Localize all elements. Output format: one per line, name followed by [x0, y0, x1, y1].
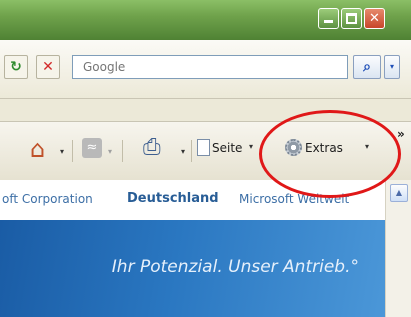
refresh-button[interactable]: ↻ [4, 55, 28, 79]
print-icon: ⎙ [143, 135, 161, 160]
close-icon: ✕ [369, 11, 380, 26]
search-input[interactable] [72, 55, 348, 79]
feeds-button[interactable]: ≈ [82, 138, 102, 158]
maximize-icon [346, 13, 357, 24]
chevron-up-icon: ▲ [395, 188, 403, 197]
search-options-dropdown[interactable]: ▾ [384, 55, 400, 79]
toolbar-overflow-icon[interactable]: » [397, 127, 405, 141]
page-dropdown-icon: ▾ [249, 142, 254, 151]
minimize-button[interactable] [318, 8, 339, 29]
hero-banner: Ihr Potenzial. Unser Antrieb.° [0, 220, 385, 317]
close-window-button[interactable]: ✕ [364, 8, 385, 29]
home-icon: ⌂ [30, 135, 46, 163]
refresh-icon: ↻ [10, 59, 22, 75]
search-button[interactable]: ⌕ [353, 55, 381, 79]
page-menu-label: Seite [212, 141, 243, 155]
home-button[interactable]: ⌂ [30, 135, 54, 163]
chevron-down-icon: ▾ [389, 62, 394, 71]
separator [122, 140, 123, 162]
navigation-toolbar: ↻ ✕ ⌕ ▾ [0, 40, 411, 99]
vertical-scrollbar[interactable]: ▲ [385, 180, 411, 317]
deutschland-link[interactable]: Deutschland [127, 191, 219, 206]
feeds-dropdown-icon[interactable]: ▾ [108, 147, 112, 156]
separator [191, 140, 192, 162]
scroll-up-button[interactable]: ▲ [390, 184, 408, 202]
feeds-icon: ≈ [86, 140, 98, 155]
maximize-button[interactable] [341, 8, 362, 29]
banner-slogan: Ihr Potenzial. Unser Antrieb.° [111, 257, 359, 277]
page-icon [197, 139, 210, 156]
stop-button[interactable]: ✕ [36, 55, 60, 79]
corporation-link[interactable]: oft Corporation [2, 192, 93, 206]
home-dropdown-icon[interactable]: ▾ [60, 147, 64, 156]
title-bar: ✕ [0, 0, 411, 40]
minimize-icon [324, 20, 333, 23]
stop-icon: ✕ [42, 59, 54, 75]
highlight-circle [259, 110, 401, 198]
print-dropdown-icon[interactable]: ▾ [181, 147, 185, 156]
print-button[interactable]: ⎙ [143, 134, 167, 162]
separator [72, 140, 73, 162]
search-icon: ⌕ [363, 59, 371, 75]
